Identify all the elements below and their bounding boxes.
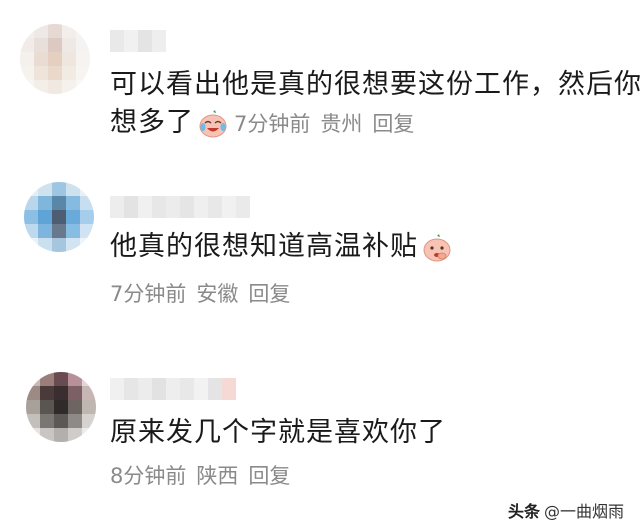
avatar[interactable] bbox=[20, 24, 90, 94]
comment-time: 7分钟前 bbox=[110, 282, 187, 306]
comment-text: 原来发几个字就是喜欢你了 bbox=[110, 414, 446, 452]
watermark-handle: @一曲烟雨 bbox=[543, 502, 624, 521]
comment-location: 安徽 bbox=[196, 282, 239, 306]
comment-text: 可以看出他是真的很想要这份工作，然后你 想多了 7分钟前 贵州 回复 bbox=[110, 66, 640, 143]
comment-meta: 7分钟前 安徽 回复 bbox=[110, 278, 300, 308]
username-blurred[interactable] bbox=[110, 196, 250, 218]
reply-button[interactable]: 回复 bbox=[248, 464, 290, 488]
laugh-cry-emoji-icon bbox=[199, 109, 227, 137]
comment-line: 原来发几个字就是喜欢你了 bbox=[110, 417, 446, 448]
thinking-emoji-icon bbox=[423, 233, 451, 261]
username-blurred[interactable] bbox=[110, 378, 236, 400]
comment-line: 他真的很想知道高温补贴 bbox=[110, 231, 418, 262]
watermark-brand: 头条 bbox=[507, 502, 540, 521]
comment-line: 想多了 bbox=[110, 107, 194, 138]
comment-location: 贵州 bbox=[320, 111, 363, 136]
username-blurred[interactable] bbox=[110, 30, 166, 52]
comment-time: 8分钟前 bbox=[110, 464, 187, 488]
comment-time: 7分钟前 bbox=[234, 111, 311, 136]
avatar[interactable] bbox=[24, 182, 94, 252]
reply-button[interactable]: 回复 bbox=[248, 282, 290, 306]
comment-line-with-meta: 想多了 7分钟前 贵州 回复 bbox=[110, 104, 640, 143]
comment-text: 他真的很想知道高温补贴 bbox=[110, 228, 452, 266]
comment-line: 可以看出他是真的很想要这份工作，然后你 bbox=[110, 69, 640, 100]
reply-button[interactable]: 回复 bbox=[372, 112, 414, 136]
comment-meta: 7分钟前 贵州 回复 bbox=[234, 105, 424, 143]
comment-meta: 8分钟前 陕西 回复 bbox=[110, 460, 300, 490]
comment-location: 陕西 bbox=[196, 464, 239, 488]
watermark: 头条 @一曲烟雨 bbox=[508, 498, 624, 522]
avatar[interactable] bbox=[26, 372, 96, 442]
